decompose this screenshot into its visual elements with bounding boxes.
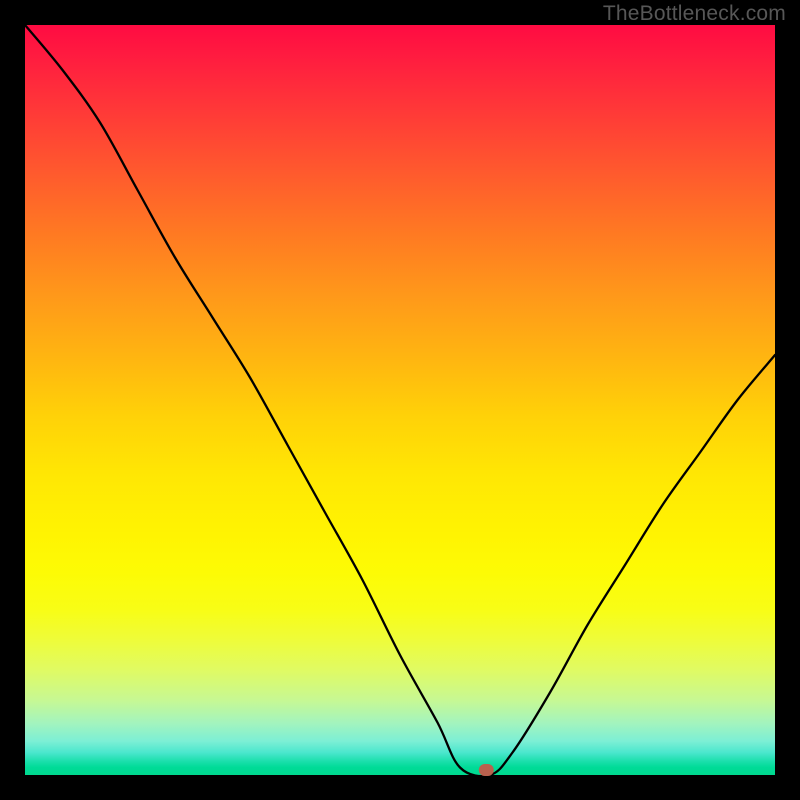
curve-path xyxy=(25,25,775,776)
plot-gradient-area xyxy=(25,25,775,775)
chart-frame: TheBottleneck.com xyxy=(0,0,800,800)
optimal-point-marker xyxy=(479,764,494,776)
bottleneck-curve xyxy=(25,25,775,775)
watermark-text: TheBottleneck.com xyxy=(603,2,786,26)
